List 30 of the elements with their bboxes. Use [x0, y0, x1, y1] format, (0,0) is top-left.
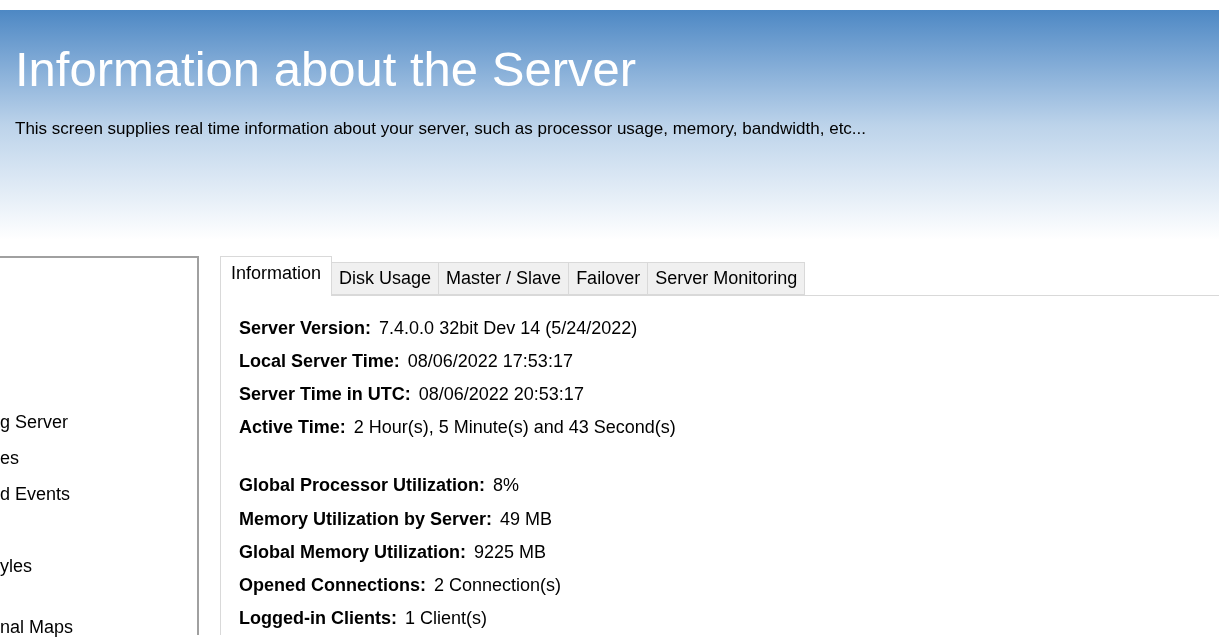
sidebar-item[interactable]: yles — [0, 553, 32, 580]
sidebar-item[interactable]: g Server — [0, 409, 69, 436]
field-label: Global Processor Utilization: — [239, 474, 486, 498]
field-label: Opened Connections: — [239, 573, 426, 597]
field-value: 7.4.0.0 32bit Dev 14 (5/24/2022) — [379, 317, 638, 341]
field-label: Server Version: — [239, 317, 372, 341]
field-value: 49 MB — [500, 507, 553, 531]
tab[interactable]: Failover — [569, 262, 649, 295]
field-label: Active Time: — [239, 416, 346, 440]
page-subtitle: This screen supplies real time information about your server, such as processor usage, memory, bandwidth, etc... — [15, 118, 867, 140]
field-value: 08/06/2022 20:53:17 — [418, 383, 584, 407]
field-label: Memory Utilization by Server: — [239, 507, 493, 531]
field-label: Local Server Time: — [239, 350, 400, 374]
tab[interactable]: Information — [220, 256, 333, 296]
field-value: 2 Hour(s), 5 Minute(s) and 43 Second(s) — [353, 416, 676, 440]
tab[interactable]: Server Monitoring — [648, 262, 806, 295]
sidebar-item[interactable]: nal Maps — [0, 614, 74, 637]
page-title: Information about the Server — [15, 45, 637, 94]
field-value: 1 Client(s) — [405, 606, 487, 630]
tab[interactable]: Disk Usage — [332, 262, 440, 295]
sidebar-item[interactable]: d Events — [0, 481, 71, 508]
field-value: 8% — [493, 474, 520, 498]
field-label: Server Time in UTC: — [239, 383, 411, 407]
field-value: 08/06/2022 17:53:17 — [407, 350, 573, 374]
tab[interactable]: Master / Slave — [439, 262, 570, 295]
sidebar-item[interactable]: es — [0, 445, 19, 472]
field-label: Logged-in Clients: — [239, 606, 397, 630]
field-value: 2 Connection(s) — [434, 573, 562, 597]
field-value: 9225 MB — [474, 540, 547, 564]
field-label: Global Memory Utilization: — [239, 540, 466, 564]
